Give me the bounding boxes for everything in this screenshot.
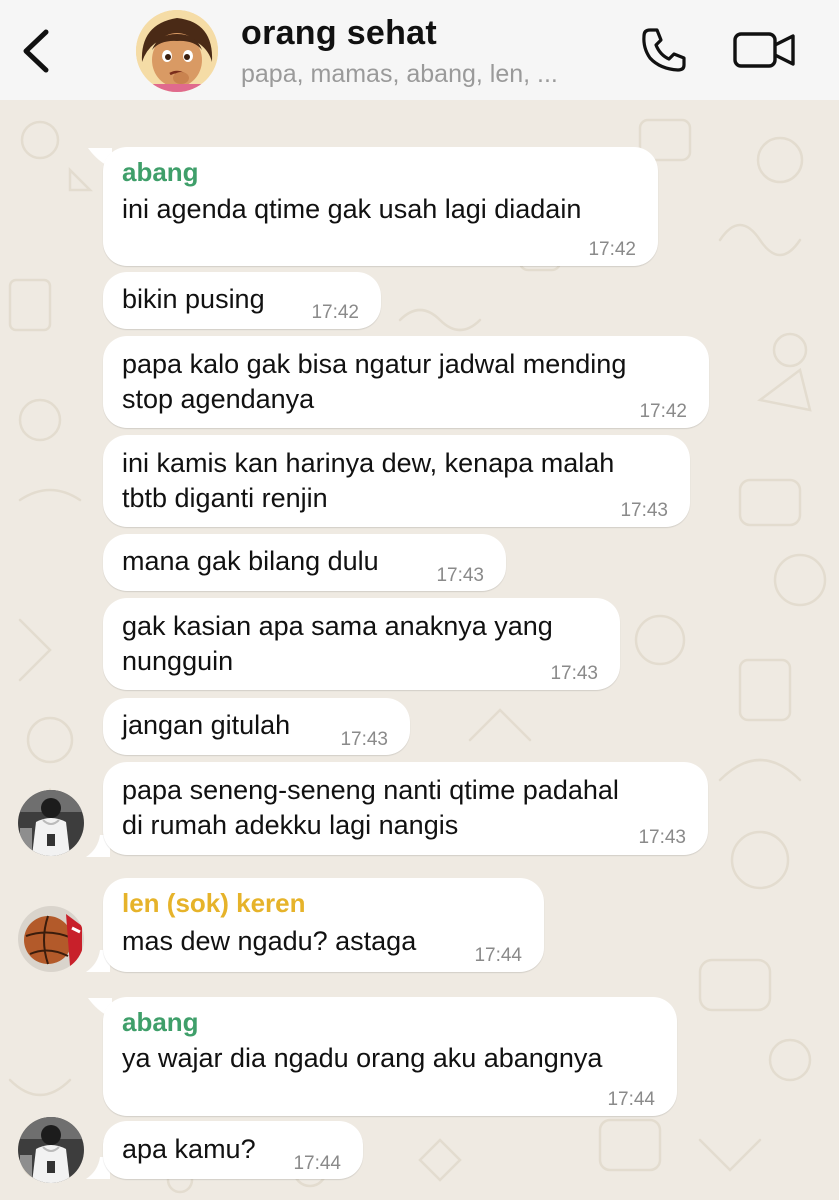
phone-icon[interactable]: [638, 24, 690, 76]
message-text: papa seneng-seneng nanti qtime padahal: [122, 775, 619, 805]
chevron-left-icon[interactable]: [18, 26, 58, 76]
message-bubble[interactable]: papa kalo gak bisa ngatur jadwal mending…: [103, 336, 709, 428]
message-text: bikin pusing: [122, 284, 265, 314]
message-time: 17:44: [607, 1089, 655, 1110]
message-time: 17:43: [638, 827, 686, 848]
sender-avatar[interactable]: [18, 906, 84, 972]
message-time: 17:43: [620, 500, 668, 521]
message-bubble[interactable]: abang ini agenda qtime gak usah lagi dia…: [103, 147, 658, 266]
message-text: jangan gitulah: [122, 710, 291, 740]
message-bubble[interactable]: abang ya wajar dia ngadu orang aku abang…: [103, 997, 677, 1116]
message-time: 17:43: [436, 565, 484, 586]
message-sender[interactable]: abang: [122, 155, 199, 189]
sender-avatar[interactable]: [18, 790, 84, 856]
chat-area[interactable]: abang ini agenda qtime gak usah lagi dia…: [0, 100, 839, 1200]
message-bubble[interactable]: jangan gitulah 17:43: [103, 698, 410, 755]
sender-avatar[interactable]: [18, 1117, 84, 1183]
message-text: tbtb diganti renjin: [122, 483, 328, 513]
message-time: 17:43: [550, 663, 598, 684]
group-members[interactable]: papa, mamas, abang, len, ...: [241, 60, 558, 89]
message-time: 17:42: [588, 239, 636, 260]
message-text: nungguin: [122, 646, 234, 676]
message-text: ini agenda qtime gak usah lagi diadain: [122, 194, 582, 224]
video-camera-icon[interactable]: [732, 28, 798, 72]
message-time: 17:42: [639, 401, 687, 422]
message-text: mana gak bilang dulu: [122, 546, 379, 576]
message-text: apa kamu?: [122, 1134, 256, 1164]
message-time: 17:43: [340, 729, 388, 750]
message-bubble[interactable]: gak kasian apa sama anaknya yang nunggui…: [103, 598, 620, 690]
chat-title[interactable]: orang sehat: [241, 14, 437, 53]
group-avatar[interactable]: [136, 10, 218, 92]
message-sender[interactable]: abang: [122, 1005, 199, 1039]
message-text: di rumah adekku lagi nangis: [122, 810, 459, 840]
message-text: gak kasian apa sama anaknya yang: [122, 611, 553, 641]
chat-header: orang sehat papa, mamas, abang, len, ...: [0, 0, 839, 100]
message-bubble[interactable]: mana gak bilang dulu 17:43: [103, 534, 506, 591]
message-sender[interactable]: len (sok) keren: [122, 886, 306, 920]
message-time: 17:44: [474, 945, 522, 966]
message-text: ini kamis kan harinya dew, kenapa malah: [122, 448, 615, 478]
message-time: 17:44: [293, 1153, 341, 1174]
message-bubble[interactable]: ini kamis kan harinya dew, kenapa malah …: [103, 435, 690, 527]
message-text: ya wajar dia ngadu orang aku abangnya: [122, 1043, 603, 1073]
message-bubble[interactable]: apa kamu? 17:44: [103, 1121, 363, 1179]
message-text: stop agendanya: [122, 384, 315, 414]
message-text: papa kalo gak bisa ngatur jadwal mending: [122, 349, 627, 379]
message-bubble[interactable]: bikin pusing 17:42: [103, 272, 381, 329]
message-time: 17:42: [311, 302, 359, 323]
message-text: mas dew ngadu? astaga: [122, 926, 417, 956]
message-bubble[interactable]: len (sok) keren mas dew ngadu? astaga 17…: [103, 878, 544, 972]
message-bubble[interactable]: papa seneng-seneng nanti qtime padahal d…: [103, 762, 708, 855]
